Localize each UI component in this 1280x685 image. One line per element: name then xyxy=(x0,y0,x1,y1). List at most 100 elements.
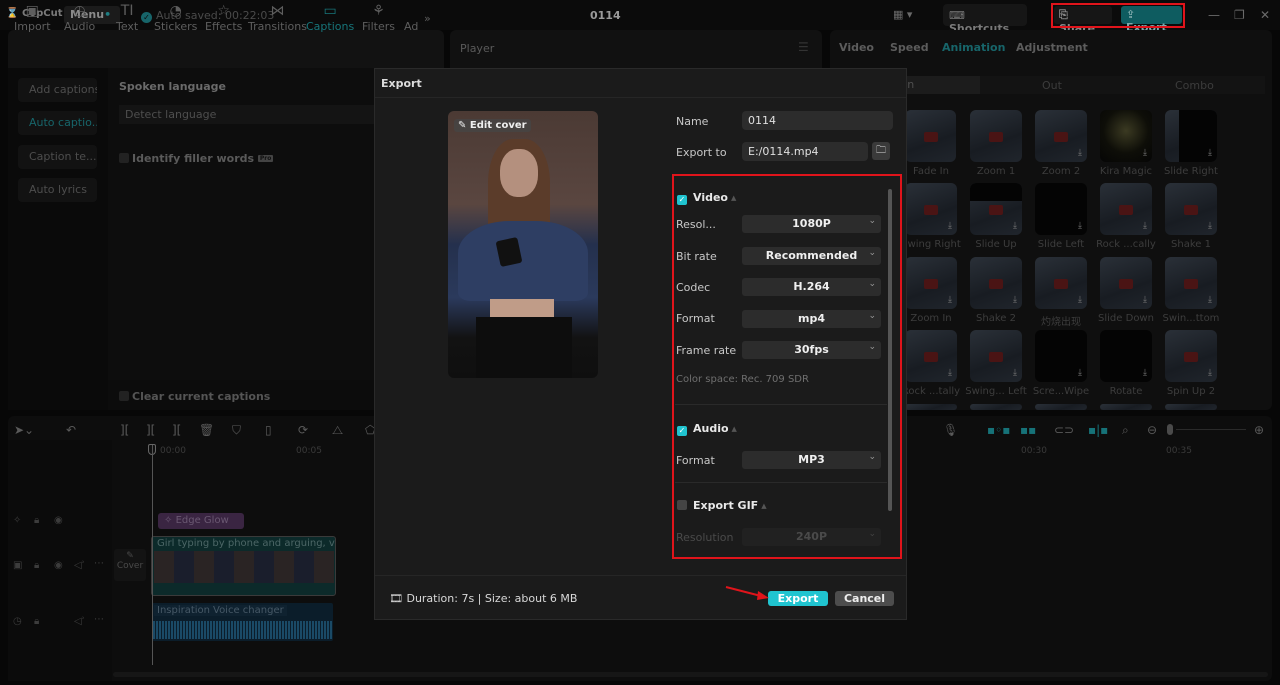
tool-filters[interactable]: ⚘ Filters xyxy=(362,3,395,33)
tool-adjust[interactable]: Ad xyxy=(404,3,418,33)
subtab-out[interactable]: Out xyxy=(1042,79,1062,92)
tab-speed[interactable]: Speed xyxy=(890,41,929,54)
select-tool-icon[interactable]: ➤⌄ xyxy=(14,423,34,437)
animation-thumbnail[interactable]: ⤓ xyxy=(970,257,1022,309)
mirror-icon[interactable]: ⧍ xyxy=(332,423,343,438)
reverse-icon[interactable]: ⟳ xyxy=(298,423,308,437)
audio-clip[interactable]: Inspiration Voice changer xyxy=(152,603,333,641)
filler-words-checkbox[interactable] xyxy=(119,153,129,163)
timeline-zoom-slider[interactable] xyxy=(1176,429,1246,430)
animation-thumbnail[interactable]: ⤓ xyxy=(1100,257,1152,309)
animation-thumbnail[interactable]: ⤓ xyxy=(1100,110,1152,162)
animation-thumbnail[interactable]: ⤓ xyxy=(1100,330,1152,382)
download-icon[interactable]: ⤓ xyxy=(1143,368,1147,378)
download-icon[interactable]: ⤓ xyxy=(1143,148,1147,158)
download-icon[interactable]: ⤓ xyxy=(1208,148,1212,158)
animation-thumbnail[interactable]: ⤓ xyxy=(1035,183,1087,235)
cover-button[interactable]: ✎ Cover xyxy=(114,549,146,581)
freeze-icon[interactable]: ▯ xyxy=(265,423,272,437)
audio-section-header[interactable]: ✓ Audio ▲ xyxy=(677,422,737,436)
codec-select[interactable]: H.264 ⌄ xyxy=(742,278,881,296)
tool-captions[interactable]: ▭ Captions xyxy=(306,3,354,33)
video-section-header[interactable]: ✓ Video ▲ xyxy=(677,191,736,205)
tab-video[interactable]: Video xyxy=(839,41,874,54)
animation-thumbnail[interactable]: ⤓ xyxy=(1165,257,1217,309)
animation-thumbnail[interactable]: ⤓ xyxy=(1035,110,1087,162)
more-tools-icon[interactable]: » xyxy=(424,12,431,25)
video-clip[interactable]: Girl typing by phone and arguing, vertic xyxy=(151,536,336,596)
gif-section-header[interactable]: Export GIF ▲ xyxy=(677,499,767,512)
folder-icon[interactable]: 🗀 xyxy=(872,142,890,160)
eye-icon[interactable]: ◉ xyxy=(54,560,63,571)
download-icon[interactable]: ⤓ xyxy=(948,221,952,231)
tool-transitions[interactable]: ⋈ Transitions xyxy=(248,3,307,33)
eye-icon[interactable]: ◉ xyxy=(54,515,63,526)
language-select[interactable]: Detect language xyxy=(119,105,379,124)
tool-stickers[interactable]: ◔ Stickers xyxy=(154,3,197,33)
animation-thumbnail[interactable] xyxy=(1100,404,1152,410)
preview-axis-icon[interactable]: ▪|▪ xyxy=(1088,423,1108,437)
lock-icon[interactable]: 🔒︎ xyxy=(34,515,39,526)
download-icon[interactable]: ⤓ xyxy=(948,295,952,305)
download-icon[interactable]: ⤓ xyxy=(1078,221,1082,231)
zoom-in-icon[interactable]: ⊕ xyxy=(1254,423,1264,437)
clear-captions-option[interactable]: Clear current captions xyxy=(108,380,378,410)
download-icon[interactable]: ⤓ xyxy=(1208,368,1212,378)
tab-animation[interactable]: Animation xyxy=(942,41,1005,54)
download-icon[interactable]: ⤓ xyxy=(1143,221,1147,231)
video-checkbox[interactable]: ✓ xyxy=(677,195,687,205)
animation-thumbnail[interactable]: ⤓ xyxy=(970,183,1022,235)
undo-icon[interactable]: ↶ xyxy=(66,423,76,437)
effect-clip-edge-glow[interactable]: ✧ Edge Glow xyxy=(158,513,244,529)
export-path-input[interactable]: E:/0114.mp4 xyxy=(742,142,868,161)
layout-icon[interactable]: ▦ ▾ xyxy=(893,8,912,21)
animation-thumbnail[interactable] xyxy=(905,404,957,410)
animation-thumbnail[interactable] xyxy=(1035,404,1087,410)
animation-thumbnail[interactable]: ⤓ xyxy=(1100,183,1152,235)
audio-checkbox[interactable]: ✓ xyxy=(677,426,687,436)
speaker-icon[interactable]: ◁ʾ xyxy=(74,616,85,627)
filler-words-option[interactable]: Identify filler words Pro xyxy=(119,152,274,165)
zoom-out-icon[interactable]: ⊖ xyxy=(1147,423,1157,437)
more-options-icon[interactable]: ⋯ xyxy=(94,614,104,625)
animation-thumbnail[interactable]: ⤓ xyxy=(905,330,957,382)
split-left-icon[interactable]: ][ xyxy=(146,423,155,437)
download-icon[interactable]: ⤓ xyxy=(1078,295,1082,305)
microphone-icon[interactable]: 🎙 xyxy=(943,423,958,437)
animation-thumbnail[interactable] xyxy=(970,404,1022,410)
timeline-scrollbar[interactable] xyxy=(113,672,1268,677)
download-icon[interactable]: ⤓ xyxy=(1013,368,1017,378)
speaker-icon[interactable]: ◁ʾ xyxy=(74,560,85,571)
animation-thumbnail[interactable]: ⤓ xyxy=(1035,257,1087,309)
name-input[interactable]: 0114 xyxy=(742,111,893,130)
auto-snap-icon[interactable]: ▪▪ xyxy=(1020,423,1036,437)
shortcuts-button[interactable]: ⌨ Shortcuts xyxy=(943,4,1027,35)
frame-rate-select[interactable]: 30fps ⌄ xyxy=(742,341,881,359)
download-icon[interactable]: ⤓ xyxy=(1013,221,1017,231)
minimize-icon[interactable]: — xyxy=(1208,8,1220,22)
gif-checkbox[interactable] xyxy=(677,500,687,510)
animation-thumbnail[interactable]: ⤓ xyxy=(1165,330,1217,382)
hamburger-menu-icon[interactable]: ☰ xyxy=(798,40,809,54)
close-icon[interactable]: ✕ xyxy=(1260,8,1270,22)
timeline-zoom-handle[interactable] xyxy=(1167,424,1173,435)
delete-icon[interactable]: 🗑 xyxy=(199,423,214,437)
sidebar-item-auto-lyrics[interactable]: Auto lyrics xyxy=(18,178,97,202)
resolution-select[interactable]: 1080P ⌄ xyxy=(742,215,881,233)
animation-thumbnail[interactable] xyxy=(970,110,1022,162)
download-icon[interactable]: ⤓ xyxy=(1078,368,1082,378)
download-icon[interactable]: ⤓ xyxy=(1143,295,1147,305)
tool-import[interactable]: ▣ Import xyxy=(14,3,51,33)
tool-effects[interactable]: ☆ Effects xyxy=(205,3,242,33)
edit-cover-button[interactable]: ✎ Edit cover xyxy=(454,119,531,132)
link-icon[interactable]: ⊂⊃ xyxy=(1054,423,1074,437)
restore-icon[interactable]: ❐ xyxy=(1234,8,1245,22)
main-track-magnet-icon[interactable]: ▪◦▪ xyxy=(987,423,1010,437)
clear-captions-checkbox[interactable] xyxy=(119,391,129,401)
animation-thumbnail[interactable]: ⤓ xyxy=(1165,183,1217,235)
export-button[interactable]: Export xyxy=(768,591,828,606)
audio-format-select[interactable]: MP3 ⌄ xyxy=(742,451,881,469)
sidebar-item-auto-captions[interactable]: Auto captio... xyxy=(18,111,97,135)
settings-scrollbar[interactable] xyxy=(888,189,892,511)
cover-thumbnail[interactable]: ✎ Edit cover xyxy=(448,111,598,378)
